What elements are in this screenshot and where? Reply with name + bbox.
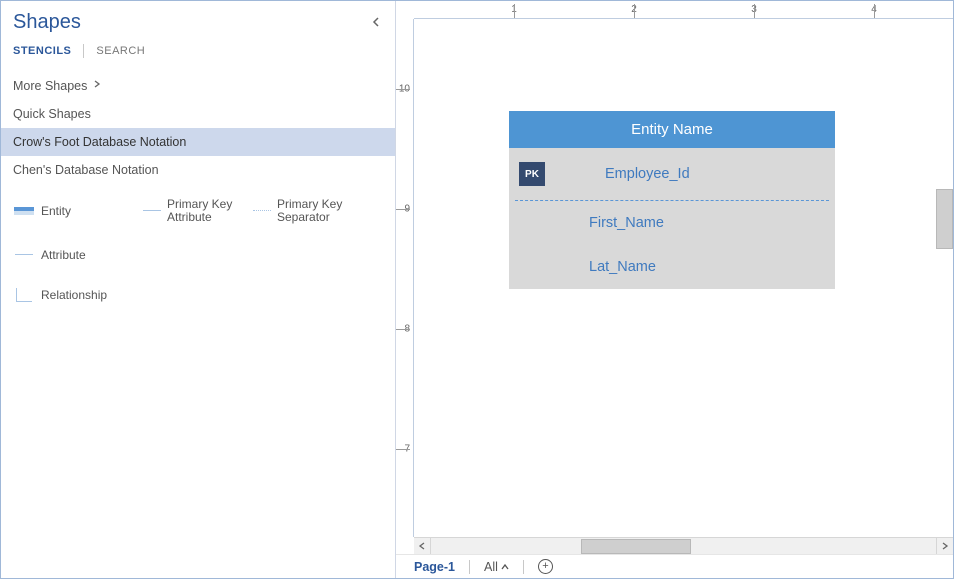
stencil-category-list: More Shapes Quick Shapes Crow's Foot Dat… <box>1 68 395 184</box>
scroll-left-button[interactable] <box>414 538 431 555</box>
stencil-label: Primary Key Separator <box>277 198 365 224</box>
chevron-up-icon <box>501 563 509 571</box>
page-tab-1[interactable]: Page-1 <box>414 560 455 574</box>
entity-pk-row[interactable]: PK Employee_Id <box>509 148 835 200</box>
horizontal-scrollbar-thumb[interactable] <box>581 539 691 554</box>
drawing-canvas-area: 1 2 3 4 10 9 8 7 Entity Name <box>396 1 953 578</box>
vertical-ruler[interactable]: 10 9 8 7 <box>396 19 414 537</box>
stencil-primary-key-separator[interactable]: Primary Key Separator <box>249 192 369 230</box>
stencil-label: Relationship <box>41 289 107 302</box>
all-label: All <box>484 560 498 574</box>
collapse-panel-button[interactable] <box>367 12 385 34</box>
drawing-page[interactable]: Entity Name PK Employee_Id First_Name La… <box>414 19 953 537</box>
entity-body: PK Employee_Id First_Name Lat_Name <box>509 148 835 289</box>
stencil-label: Attribute <box>41 249 86 262</box>
tab-stencils[interactable]: STENCILS <box>13 45 71 57</box>
tab-separator <box>523 560 524 574</box>
attribute-name[interactable]: Employee_Id <box>561 166 690 182</box>
pk-badge: PK <box>519 162 545 186</box>
attribute-name[interactable]: Lat_Name <box>519 259 656 275</box>
stencil-label: Primary Key Attribute <box>167 198 245 224</box>
scroll-right-button[interactable] <box>936 538 953 555</box>
category-label: Crow's Foot Database Notation <box>13 132 186 152</box>
stencil-relationship[interactable]: Relationship <box>9 280 139 310</box>
entity-shape[interactable]: Entity Name PK Employee_Id First_Name La… <box>509 111 835 289</box>
vertical-scrollbar-thumb[interactable] <box>936 189 953 249</box>
entity-icon <box>13 202 35 220</box>
stencil-entity[interactable]: Entity <box>9 192 139 230</box>
panel-title: Shapes <box>13 11 81 34</box>
horizontal-ruler[interactable]: 1 2 3 4 <box>414 1 953 19</box>
shapes-panel: Shapes STENCILS SEARCH More Shapes Quick… <box>1 1 396 578</box>
tab-divider <box>83 44 84 58</box>
tab-separator <box>469 560 470 574</box>
tab-search[interactable]: SEARCH <box>96 45 145 57</box>
stencil-attribute[interactable]: Attribute <box>9 240 139 270</box>
category-crows-foot[interactable]: Crow's Foot Database Notation <box>1 128 395 156</box>
page-tab-all[interactable]: All <box>484 560 509 574</box>
category-label: Quick Shapes <box>13 104 91 124</box>
chevron-right-icon <box>93 76 101 96</box>
relationship-icon <box>13 286 35 304</box>
attribute-name[interactable]: First_Name <box>519 215 664 231</box>
add-page-button[interactable]: + <box>538 559 553 574</box>
entity-title[interactable]: Entity Name <box>509 111 835 148</box>
pk-attribute-icon <box>143 202 161 220</box>
entity-attribute-row[interactable]: Lat_Name <box>509 245 835 289</box>
stencil-label: Entity <box>41 205 71 218</box>
category-label: More Shapes <box>13 76 87 96</box>
pk-separator-icon <box>253 202 271 220</box>
page-tabs-bar: Page-1 All + <box>396 554 953 578</box>
category-chen[interactable]: Chen's Database Notation <box>1 156 395 184</box>
category-more-shapes[interactable]: More Shapes <box>1 72 395 100</box>
stencil-primary-key-attribute[interactable]: Primary Key Attribute <box>139 192 249 230</box>
attribute-icon <box>13 246 35 264</box>
stencil-shapes: Entity Primary Key Attribute Primary Key… <box>1 184 395 318</box>
panel-tabs: STENCILS SEARCH <box>1 38 395 68</box>
horizontal-scrollbar[interactable] <box>414 537 953 554</box>
entity-attribute-row[interactable]: First_Name <box>509 201 835 245</box>
category-quick-shapes[interactable]: Quick Shapes <box>1 100 395 128</box>
category-label: Chen's Database Notation <box>13 160 159 180</box>
